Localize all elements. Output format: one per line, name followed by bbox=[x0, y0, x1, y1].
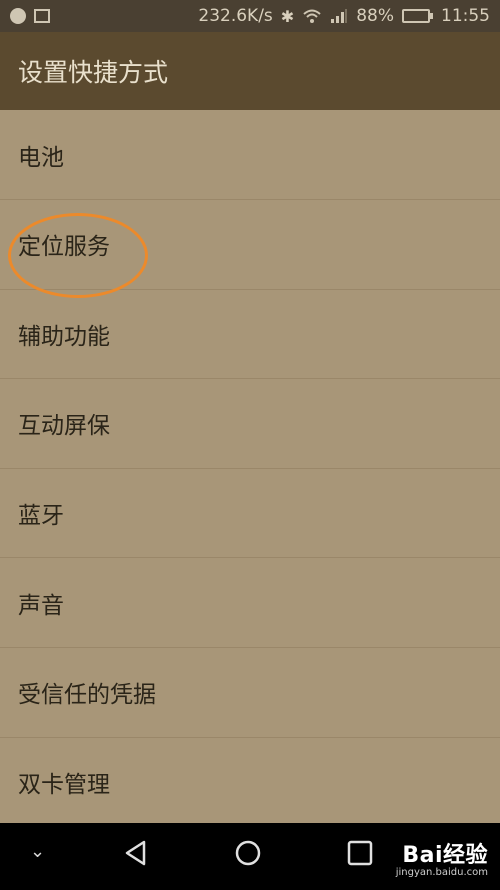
recents-icon[interactable] bbox=[344, 837, 376, 869]
list-item-dual-sim[interactable]: 双卡管理 bbox=[0, 738, 500, 828]
status-left bbox=[10, 8, 50, 24]
bluetooth-icon: ✱ bbox=[280, 6, 295, 26]
list-item-label: 电池 bbox=[18, 144, 64, 171]
list-item-daydream[interactable]: 互动屏保 bbox=[0, 379, 500, 469]
app-bar: 设置快捷方式 bbox=[0, 32, 500, 110]
list-item-location[interactable]: 定位服务 bbox=[0, 200, 500, 290]
list-item-label: 双卡管理 bbox=[18, 771, 110, 798]
status-bar: 232.6K/s ✱ 88% 11:55 bbox=[0, 0, 500, 32]
navigation-bar: ⌄ Bai经验 jingyan.baidu.com bbox=[0, 823, 500, 890]
notification-icon bbox=[10, 8, 26, 24]
page-title: 设置快捷方式 bbox=[18, 58, 169, 87]
list-item-label: 互动屏保 bbox=[18, 413, 110, 440]
list-item-label: 声音 bbox=[18, 592, 64, 619]
image-icon bbox=[34, 9, 50, 23]
list-item-trusted-credentials[interactable]: 受信任的凭据 bbox=[0, 648, 500, 738]
signal-icon bbox=[331, 9, 348, 23]
wifi-icon bbox=[303, 9, 321, 23]
watermark-url: jingyan.baidu.com bbox=[395, 867, 488, 878]
status-right: 232.6K/s ✱ 88% 11:55 bbox=[198, 6, 490, 26]
list-item-accessibility[interactable]: 辅助功能 bbox=[0, 290, 500, 380]
list-item-label: 蓝牙 bbox=[18, 503, 64, 530]
network-speed: 232.6K/s bbox=[198, 6, 273, 26]
shortcut-list: 电池 定位服务 辅助功能 互动屏保 蓝牙 声音 受信任的凭据 双卡管理 bbox=[0, 110, 500, 828]
list-item-label: 定位服务 bbox=[18, 234, 110, 261]
list-item-sound[interactable]: 声音 bbox=[0, 558, 500, 648]
battery-percent: 88% bbox=[356, 6, 394, 26]
list-item-battery[interactable]: 电池 bbox=[0, 110, 500, 200]
list-item-bluetooth[interactable]: 蓝牙 bbox=[0, 469, 500, 559]
clock: 11:55 bbox=[441, 6, 490, 26]
list-item-label: 辅助功能 bbox=[18, 323, 110, 350]
watermark-logo: Bai经验 bbox=[402, 843, 488, 868]
list-item-label: 受信任的凭据 bbox=[18, 682, 156, 709]
home-icon[interactable] bbox=[232, 837, 264, 869]
watermark: Bai经验 jingyan.baidu.com bbox=[396, 837, 488, 878]
battery-icon bbox=[402, 9, 433, 23]
back-icon[interactable] bbox=[120, 837, 152, 869]
chevron-down-icon[interactable]: ⌄ bbox=[30, 841, 45, 862]
